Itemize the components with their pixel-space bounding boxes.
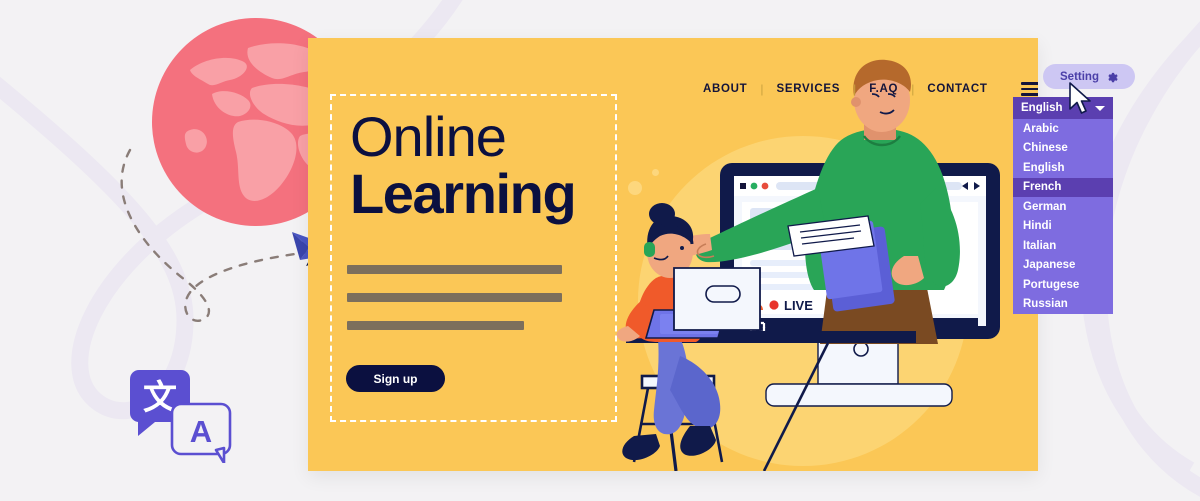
language-option-italian[interactable]: Italian [1013, 236, 1113, 256]
body-text-placeholder [347, 265, 562, 349]
nav-separator: | [853, 82, 857, 96]
language-option-arabic[interactable]: Arabic [1013, 119, 1113, 139]
nav-item-about[interactable]: ABOUT [703, 83, 747, 95]
text-bar [347, 321, 524, 330]
hero-card: LIVE ABOUT | SERVICES | F.AQ | CONTACT O… [308, 38, 1038, 471]
language-option-hindi[interactable]: Hindi [1013, 217, 1113, 237]
decor-dot [945, 170, 952, 177]
nav-item-faq[interactable]: F.AQ [869, 83, 898, 95]
language-dropdown-toggle[interactable]: English [1013, 97, 1113, 119]
chevron-down-icon [1095, 105, 1105, 111]
translate-glyph-secondary: A [190, 414, 212, 449]
text-bar [347, 293, 562, 302]
decor-dot [963, 178, 976, 191]
language-option-german[interactable]: German [1013, 197, 1113, 217]
title-line-1: Online [350, 105, 507, 168]
gear-icon [1108, 72, 1118, 83]
main-nav: ABOUT | SERVICES | F.AQ | CONTACT [703, 76, 1038, 102]
language-option-french[interactable]: French [1013, 177, 1113, 197]
nav-item-contact[interactable]: CONTACT [927, 83, 987, 95]
language-dropdown[interactable]: English Arabic Chinese English French Ge… [1013, 97, 1113, 314]
nav-separator: | [911, 82, 915, 96]
mouse-pointer-icon [1069, 82, 1091, 114]
title-line-2: Learning [350, 161, 577, 225]
sign-up-button[interactable]: Sign up [346, 365, 445, 392]
setting-label: Setting [1060, 70, 1099, 83]
language-selected-value: English [1021, 102, 1063, 114]
page-title: Online Learning [350, 105, 577, 225]
language-option-japanese[interactable]: Japanese [1013, 256, 1113, 276]
nav-item-services[interactable]: SERVICES [777, 83, 841, 95]
page-root: 文 A LIVE ABOUT | SERVICES | F.AQ | CONTA… [0, 0, 1200, 501]
language-option-russian[interactable]: Russian [1013, 295, 1113, 315]
decor-dot [652, 169, 659, 176]
decor-dot [628, 181, 642, 195]
language-option-chinese[interactable]: Chinese [1013, 139, 1113, 159]
hamburger-menu-icon[interactable] [1020, 82, 1038, 96]
text-bar [347, 265, 562, 274]
nav-separator: | [760, 82, 764, 96]
glow-circle [638, 136, 968, 466]
language-option-english[interactable]: English [1013, 158, 1113, 178]
translate-icon: 文 A [130, 370, 232, 463]
language-option-portugese[interactable]: Portugese [1013, 275, 1113, 295]
